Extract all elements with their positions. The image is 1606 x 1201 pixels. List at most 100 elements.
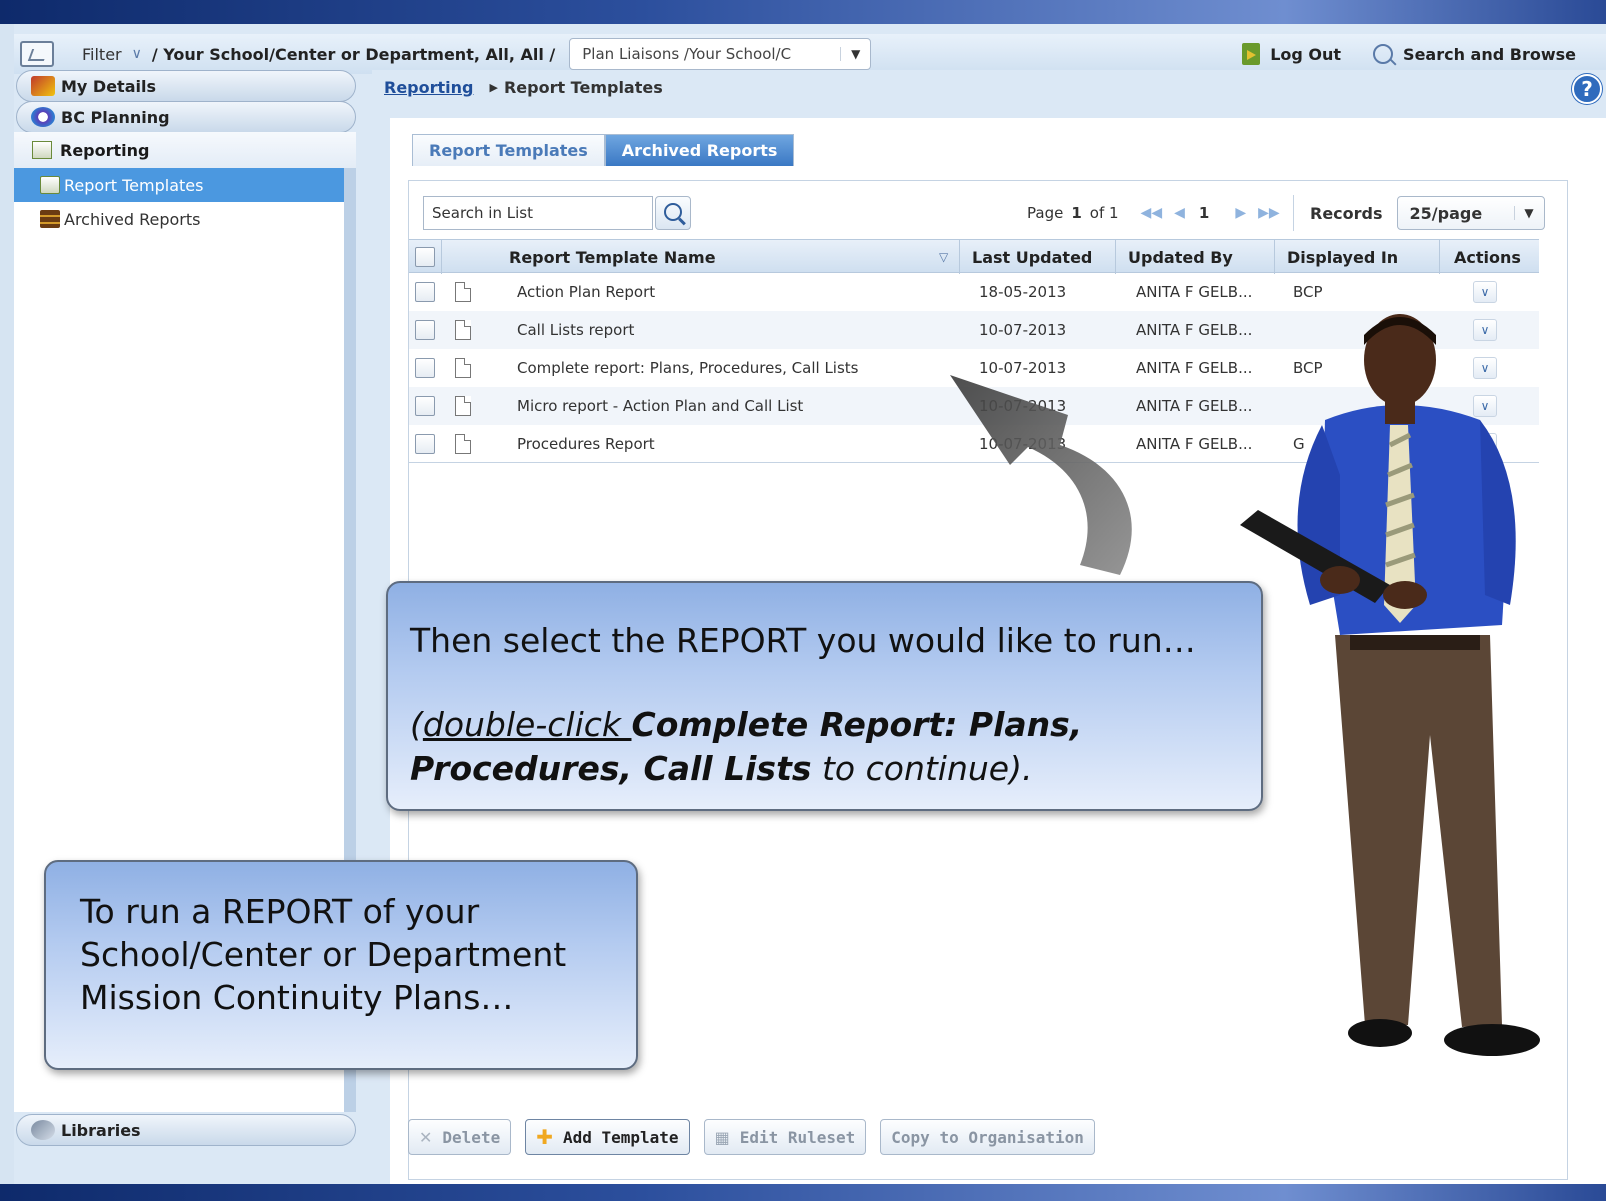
sidebar-item-archived-reports[interactable]: Archived Reports — [14, 202, 344, 236]
sidebar-item-label: Report Templates — [64, 175, 204, 195]
chevron-down-icon[interactable]: ∨ — [132, 46, 142, 62]
row-updated: 10-07-2013 — [979, 321, 1067, 339]
logout-icon[interactable] — [1242, 43, 1261, 65]
breadcrumb: Reporting ▶ Report Templates — [384, 78, 663, 97]
dropdown-arrow-icon[interactable]: ▼ — [1513, 206, 1544, 220]
curved-arrow-icon — [950, 375, 1132, 575]
filter-bar: Filter ∨ / Your School/Center or Departm… — [14, 34, 1606, 74]
column-header-name[interactable]: Report Template Name — [509, 240, 716, 274]
records-control: Records 25/page ▼ — [1293, 195, 1545, 231]
add-icon: ✚ — [536, 1125, 553, 1149]
search-input[interactable]: Search in List — [423, 196, 653, 230]
close-icon: ✕ — [419, 1127, 433, 1147]
top-tools: Log Out Search and Browse — [1242, 34, 1576, 74]
ruleset-icon: ▦ — [714, 1127, 730, 1147]
last-page-icon[interactable]: ▶▶ — [1258, 205, 1280, 221]
reporting-icon — [32, 141, 52, 159]
document-icon — [455, 282, 471, 302]
window-frame-bottom — [0, 1184, 1606, 1201]
row-updated-by: ANITA F GELB... — [1136, 283, 1253, 301]
pager: Page 1 of 1 ◀◀ ◀ 1 ▶ ▶▶ — [1027, 195, 1286, 231]
row-name[interactable]: Action Plan Report — [517, 273, 655, 311]
instruction-callout-main: Then select the REPORT you would like to… — [386, 581, 1263, 811]
column-header-displayed-in[interactable]: Displayed In — [1274, 240, 1398, 274]
my-details-icon — [31, 76, 55, 96]
page-value: 1 — [1071, 204, 1082, 222]
search-browse-link[interactable]: Search and Browse — [1403, 45, 1576, 64]
callout-double-click: double-click — [422, 705, 632, 744]
search-icon[interactable] — [1373, 44, 1394, 64]
first-page-icon[interactable]: ◀◀ — [1141, 205, 1163, 221]
sidebar-tab-my-details[interactable]: My Details — [16, 70, 356, 102]
row-checkbox[interactable] — [415, 434, 435, 454]
tab-archived-reports[interactable]: Archived Reports — [604, 134, 795, 166]
records-label: Records — [1310, 203, 1383, 223]
archive-icon — [40, 210, 60, 228]
callout-side-text: To run a REPORT of your School/Center or… — [80, 892, 567, 1017]
sidebar-tab-label: My Details — [61, 76, 156, 96]
sidebar-tab-label: BC Planning — [61, 107, 170, 127]
document-icon — [455, 320, 471, 340]
delete-button[interactable]: ✕ Delete — [408, 1119, 512, 1155]
sort-icon[interactable]: ▽ — [939, 250, 948, 264]
sidebar-section-reporting[interactable]: Reporting — [14, 132, 356, 168]
row-name[interactable]: Complete report: Plans, Procedures, Call… — [517, 349, 858, 387]
help-icon[interactable]: ? — [1572, 74, 1602, 104]
tab-report-templates[interactable]: Report Templates — [412, 134, 605, 166]
plan-select[interactable]: Plan Liaisons /Your School/C ▼ — [569, 38, 872, 70]
edit-ruleset-label: Edit Ruleset — [739, 1127, 856, 1147]
column-header-updated[interactable]: Last Updated — [959, 240, 1092, 274]
row-checkbox[interactable] — [415, 358, 435, 378]
column-header-updated-by[interactable]: Updated By — [1115, 240, 1233, 274]
row-checkbox[interactable] — [415, 320, 435, 340]
panel-toggle-icon[interactable] — [20, 41, 54, 67]
grid-toolbar: Search in List Page 1 of 1 ◀◀ ◀ 1 ▶ ▶▶ R… — [423, 195, 1553, 231]
instruction-callout-side: To run a REPORT of your School/Center or… — [44, 860, 638, 1070]
bc-planning-icon — [31, 107, 55, 127]
prev-page-icon[interactable]: ◀ — [1174, 205, 1185, 221]
callout-main-line1: Then select the REPORT you would like to… — [410, 621, 1196, 660]
edit-ruleset-button[interactable]: ▦ Edit Ruleset — [703, 1119, 867, 1155]
filter-label[interactable]: Filter — [82, 45, 122, 64]
sidebar-tab-libraries[interactable]: Libraries — [16, 1114, 356, 1146]
filter-scope: / Your School/Center or Department, All,… — [151, 44, 556, 64]
row-name[interactable]: Procedures Report — [517, 425, 655, 463]
document-icon — [455, 396, 471, 416]
current-page[interactable]: 1 — [1199, 204, 1209, 222]
callout-pre: ( — [410, 705, 423, 744]
plan-select-value: Plan Liaisons /Your School/C — [582, 45, 792, 63]
breadcrumb-reporting-link[interactable]: Reporting — [384, 78, 473, 97]
document-icon — [455, 434, 471, 454]
add-template-label: Add Template — [562, 1127, 679, 1147]
header-divider — [441, 240, 442, 274]
row-checkbox[interactable] — [415, 282, 435, 302]
presenter-figure-icon — [1240, 314, 1540, 1056]
row-checkbox[interactable] — [415, 396, 435, 416]
window-frame-top — [0, 0, 1606, 24]
report-templates-icon — [40, 176, 60, 194]
page-of-label: of 1 — [1089, 204, 1119, 222]
actions-chevron-icon[interactable]: ∨ — [1473, 281, 1497, 303]
sidebar-tab-label: Libraries — [61, 1120, 141, 1140]
records-per-page-value: 25/page — [1409, 203, 1483, 223]
column-header-actions: Actions — [1439, 240, 1521, 274]
callout-main-line2: (double-click Complete Report: Plans, Pr… — [410, 703, 1239, 791]
row-updated: 18-05-2013 — [979, 283, 1067, 301]
dropdown-arrow-icon[interactable]: ▼ — [840, 47, 870, 61]
logout-link[interactable]: Log Out — [1270, 45, 1341, 64]
action-bar: ✕ Delete ✚ Add Template ▦ Edit Ruleset C… — [408, 1119, 1095, 1155]
page-label: Page — [1027, 204, 1064, 222]
add-template-button[interactable]: ✚ Add Template — [525, 1119, 690, 1155]
table-header: Report Template Name ▽ Last Updated Upda… — [409, 239, 1539, 274]
next-page-icon[interactable]: ▶ — [1235, 205, 1246, 221]
copy-to-organisation-button[interactable]: Copy to Organisation — [880, 1119, 1095, 1155]
search-button[interactable] — [655, 196, 691, 230]
records-per-page-select[interactable]: 25/page ▼ — [1396, 196, 1545, 230]
sidebar-tab-bc-planning[interactable]: BC Planning — [16, 101, 356, 133]
delete-label: Delete — [442, 1127, 501, 1147]
sidebar-section-label: Reporting — [60, 140, 150, 160]
sidebar-item-report-templates[interactable]: Report Templates — [14, 168, 344, 202]
row-name[interactable]: Call Lists report — [517, 311, 634, 349]
select-all-checkbox[interactable] — [415, 247, 435, 267]
row-name[interactable]: Micro report - Action Plan and Call List — [517, 387, 803, 425]
